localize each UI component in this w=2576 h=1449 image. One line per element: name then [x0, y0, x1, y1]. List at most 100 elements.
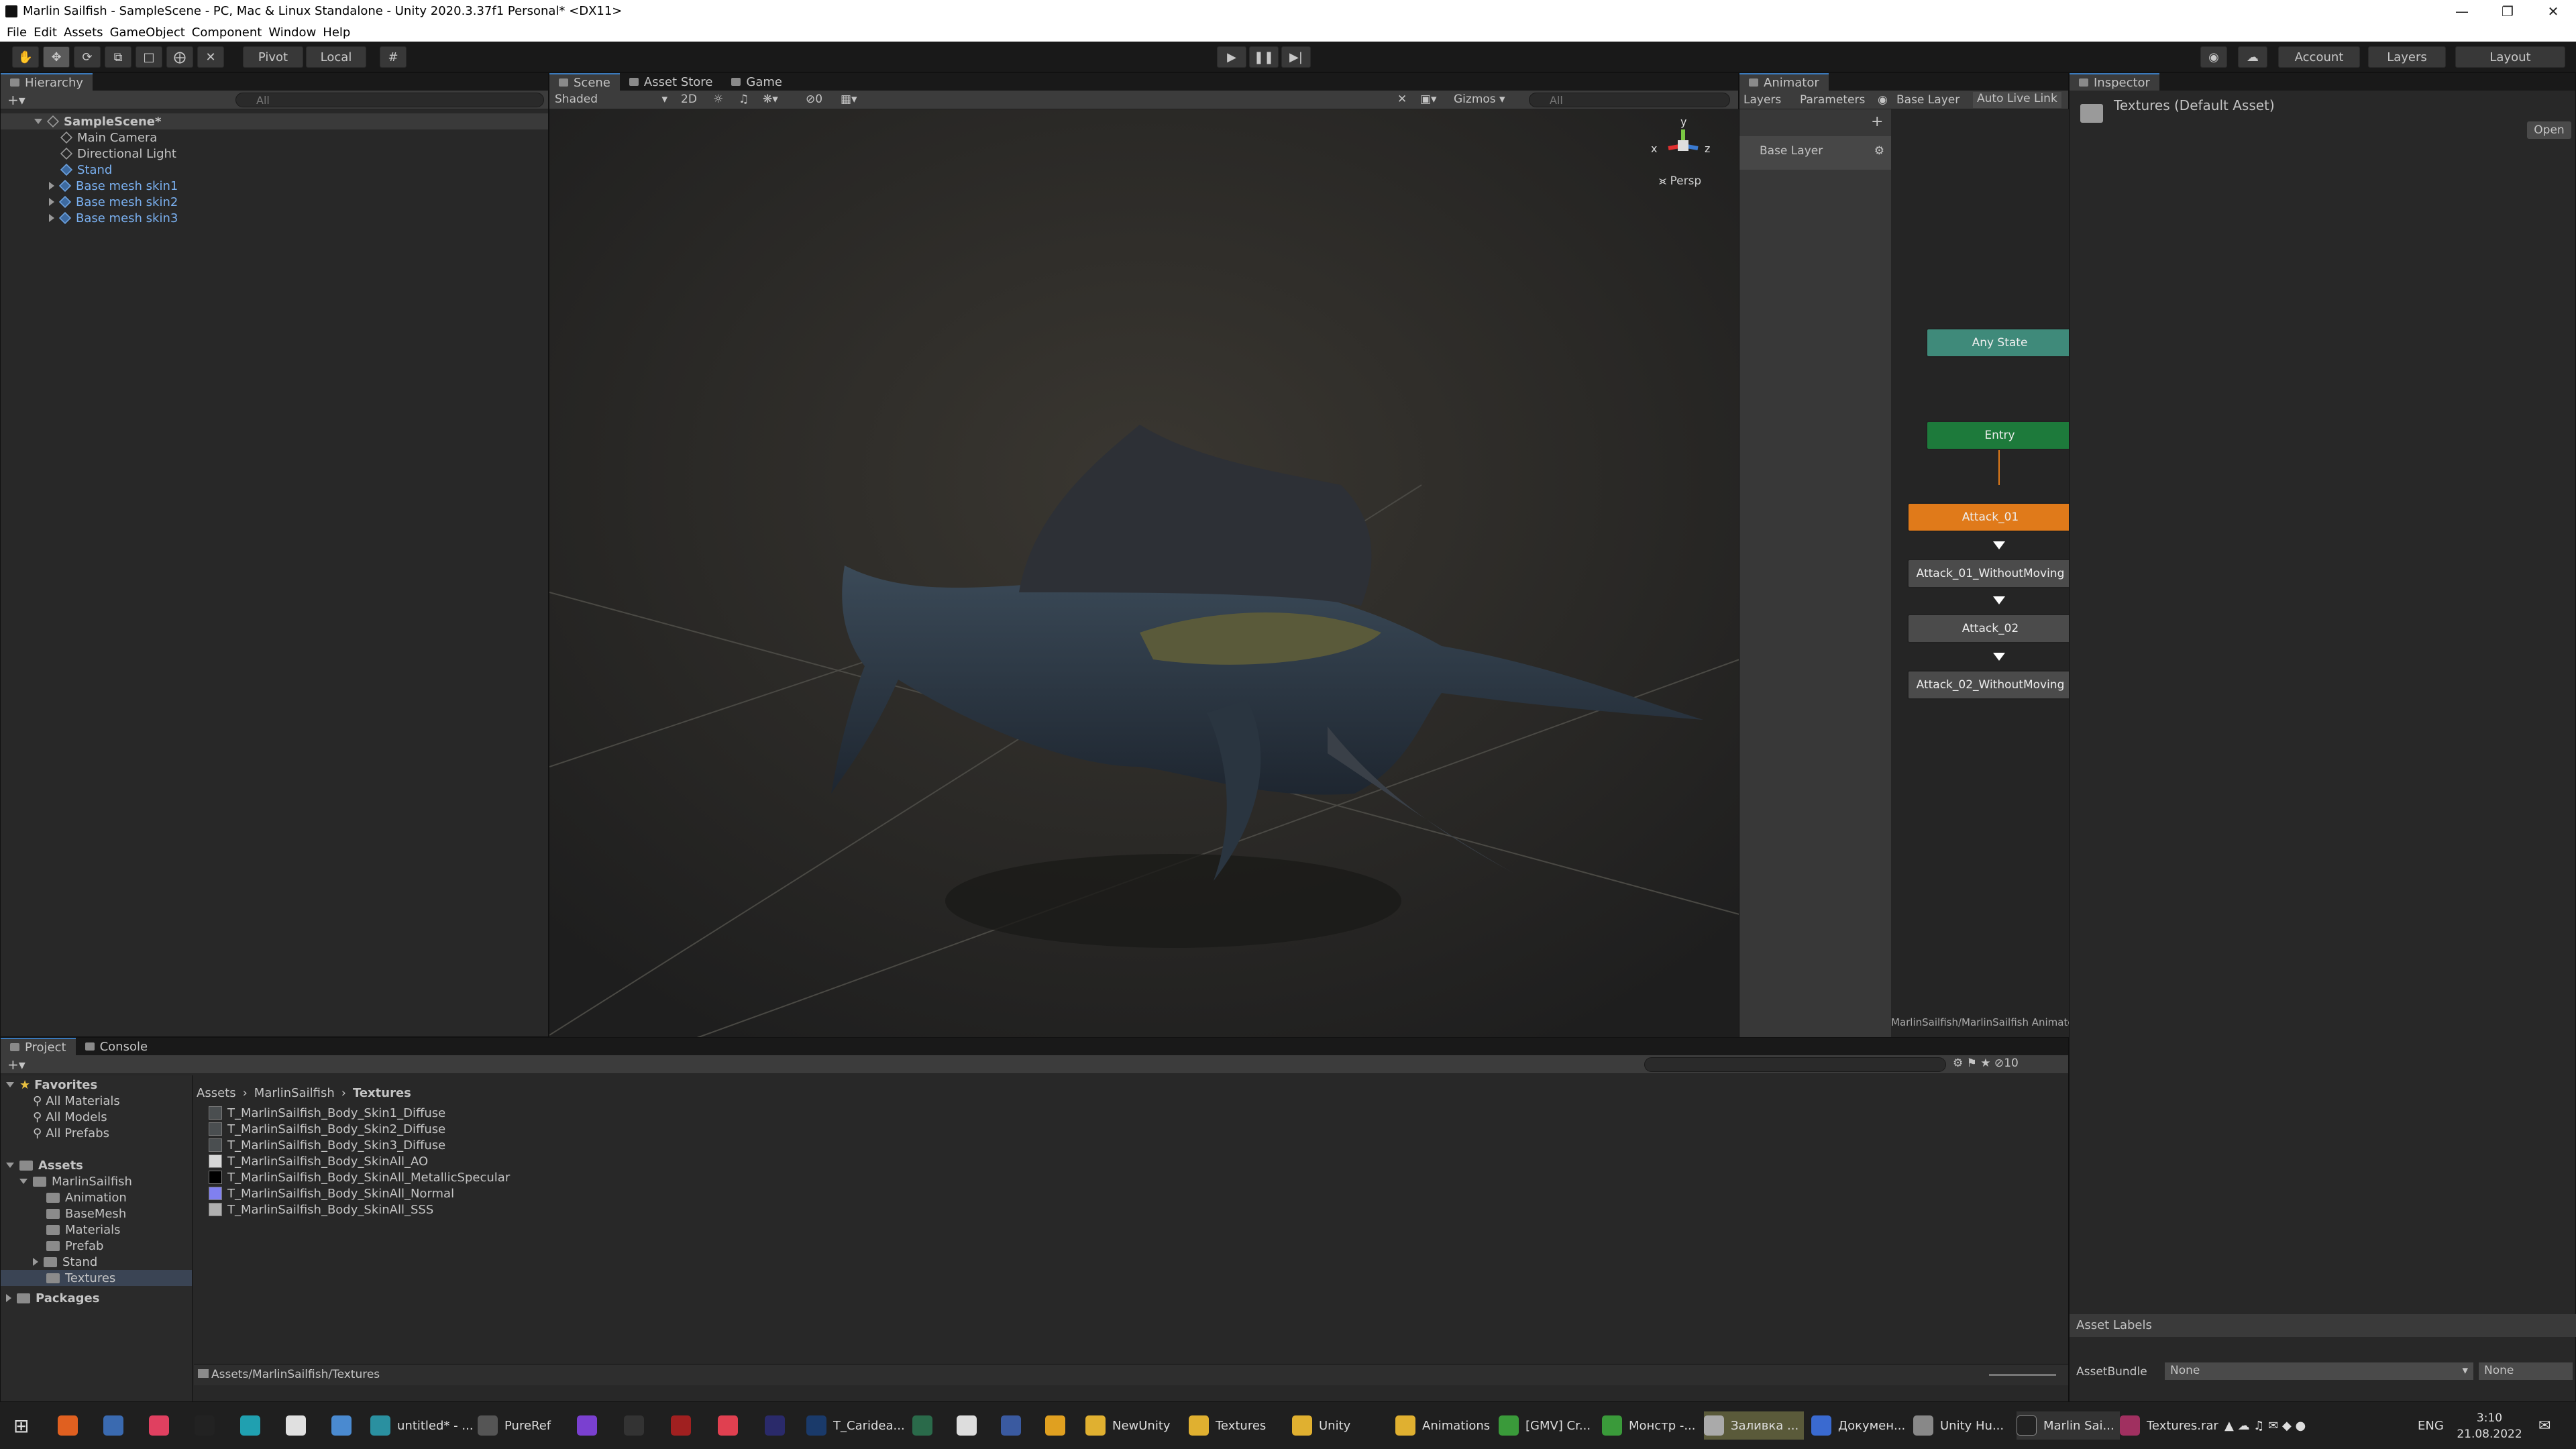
state-entry[interactable]: Entry — [1926, 421, 2070, 450]
crumb-assets[interactable]: Assets — [197, 1086, 236, 1100]
tree-materials[interactable]: Materials — [1, 1222, 192, 1238]
animator-graph[interactable]: Any State Entry Attack_01 Attack_01_With… — [1891, 109, 2070, 1038]
assets-row[interactable]: Assets — [1, 1157, 192, 1173]
cloud-icon[interactable]: ☁ — [2238, 46, 2267, 68]
2d-toggle[interactable]: 2D — [681, 93, 697, 106]
play-button[interactable]: ▶ — [1217, 46, 1246, 68]
app-icon[interactable] — [671, 1411, 698, 1440]
tree-textures[interactable]: Textures — [1, 1270, 192, 1286]
app-icon[interactable] — [765, 1411, 792, 1440]
tab-hierarchy[interactable]: Hierarchy — [1, 73, 93, 91]
hidden-count[interactable]: ⊘0 — [806, 93, 822, 106]
pivot-toggle[interactable]: Pivot — [243, 46, 303, 68]
tools-icon[interactable]: ✕ — [1397, 93, 1407, 106]
grid-snap-icon[interactable]: # — [380, 46, 407, 68]
eye-icon[interactable]: ◉ — [1878, 93, 1888, 107]
hierarchy-item-directional-light[interactable]: Directional Light — [1, 146, 548, 162]
packages-row[interactable]: Packages — [1, 1290, 192, 1306]
menu-file[interactable]: File — [7, 25, 27, 40]
clock[interactable]: 3:10 21.08.2022 — [2453, 1410, 2526, 1442]
menu-gameobject[interactable]: GameObject — [110, 25, 185, 40]
app-icon[interactable] — [957, 1411, 983, 1440]
app-icon[interactable] — [718, 1411, 745, 1440]
move-tool-icon[interactable]: ✥ — [43, 46, 70, 68]
app-icon[interactable] — [331, 1411, 358, 1440]
hierarchy-item-main-camera[interactable]: Main Camera — [1, 129, 548, 146]
taskbar-item[interactable]: Animations — [1395, 1411, 1490, 1440]
taskbar-item[interactable]: untitled* - ... — [370, 1411, 474, 1440]
effects-icon[interactable]: ❋▾ — [763, 93, 778, 106]
auto-live-link-button[interactable]: Auto Live Link — [1973, 92, 2061, 108]
persp-label[interactable]: ⪤ Persp — [1659, 174, 1701, 188]
menu-help[interactable]: Help — [323, 25, 350, 40]
tray-icons[interactable]: ▲ ☁ ♫ ✉ ◆ ● — [2224, 1411, 2306, 1440]
state-any-state[interactable]: Any State — [1926, 328, 2070, 358]
assetbundle-dropdown[interactable]: None ▾ — [2165, 1362, 2473, 1380]
fav-all-models[interactable]: ⚲ All Models — [1, 1109, 192, 1125]
variant-dropdown[interactable]: None — [2479, 1362, 2573, 1380]
favorites-row[interactable]: ★ Favorites — [1, 1077, 192, 1093]
tree-prefab[interactable]: Prefab — [1, 1238, 192, 1254]
state-attack-01-without-moving[interactable]: Attack_01_WithoutMoving — [1907, 559, 2070, 588]
file-item[interactable]: T_MarlinSailfish_Body_Skin3_Diffuse — [209, 1137, 812, 1153]
file-item[interactable]: T_MarlinSailfish_Body_SkinAll_SSS — [209, 1201, 812, 1218]
rotate-tool-icon[interactable]: ⟳ — [74, 46, 101, 68]
collab-icon[interactable]: ◉ — [2200, 46, 2227, 68]
app-icon[interactable] — [912, 1411, 939, 1440]
tree-basemesh[interactable]: BaseMesh — [1, 1205, 192, 1222]
taskbar-item[interactable]: [GMV] Cr... — [1499, 1411, 1591, 1440]
camera-icon[interactable]: ▣▾ — [1420, 93, 1437, 106]
taskbar-item[interactable]: Marlin Sai... — [2017, 1411, 2120, 1440]
layer-item[interactable]: Base Layer ⚙ — [1739, 136, 1891, 170]
open-button[interactable]: Open — [2527, 121, 2571, 139]
add-layer-icon[interactable]: + — [1871, 113, 1883, 130]
taskbar-item[interactable]: Монстр -... — [1602, 1411, 1696, 1440]
create-icon[interactable]: +▾ — [7, 1057, 25, 1073]
crumb-textures[interactable]: Textures — [353, 1086, 411, 1100]
audio-icon[interactable]: ♫ — [739, 93, 749, 106]
app-icon[interactable] — [1045, 1411, 1072, 1440]
tree-stand[interactable]: Stand — [1, 1254, 192, 1270]
taskbar-item[interactable]: PureRef — [478, 1411, 551, 1440]
hierarchy-item-base-mesh-skin3[interactable]: Base mesh skin3 — [1, 210, 548, 226]
scene-search-input[interactable]: All — [1529, 93, 1730, 107]
taskbar-item[interactable]: Докумен... — [1811, 1411, 1905, 1440]
local-toggle[interactable]: Local — [306, 46, 366, 68]
layout-dropdown[interactable]: Layout — [2455, 46, 2565, 68]
taskbar-item[interactable]: Unity — [1292, 1411, 1350, 1440]
state-attack-01[interactable]: Attack_01 — [1907, 502, 2070, 532]
file-item[interactable]: T_MarlinSailfish_Body_Skin2_Diffuse — [209, 1121, 812, 1137]
shading-dropdown[interactable]: Shaded ▾ — [552, 93, 670, 107]
add-icon[interactable]: +▾ — [7, 92, 25, 108]
pause-button[interactable]: ❚❚ — [1249, 46, 1279, 68]
tab-parameters[interactable]: Parameters — [1800, 93, 1865, 107]
app-icon[interactable] — [149, 1411, 176, 1440]
crumb-marlinsailfish[interactable]: MarlinSailfish — [254, 1086, 335, 1100]
taskbar-item[interactable]: Textures.rar — [2120, 1411, 2218, 1440]
taskbar-item[interactable]: NewUnity — [1085, 1411, 1171, 1440]
tab-scene[interactable]: Scene — [549, 73, 620, 91]
app-icon[interactable] — [1001, 1411, 1028, 1440]
state-attack-02[interactable]: Attack_02 — [1907, 614, 2070, 643]
restore-button[interactable]: ❐ — [2485, 0, 2530, 23]
app-icon[interactable] — [103, 1411, 130, 1440]
custom-tool-icon[interactable]: ✕ — [197, 46, 224, 68]
layers-dropdown[interactable]: Layers — [2368, 46, 2446, 68]
hierarchy-item-stand[interactable]: Stand — [1, 162, 548, 178]
tab-asset-store[interactable]: Asset Store — [620, 73, 722, 91]
file-item[interactable]: T_MarlinSailfish_Body_SkinAll_Normal — [209, 1185, 812, 1201]
menu-assets[interactable]: Assets — [64, 25, 103, 40]
menu-edit[interactable]: Edit — [34, 25, 57, 40]
tab-inspector[interactable]: Inspector — [2070, 73, 2159, 91]
scene-row[interactable]: SampleScene* — [1, 113, 548, 129]
minimize-button[interactable]: — — [2439, 0, 2485, 23]
app-icon[interactable] — [58, 1411, 85, 1440]
layer-breadcrumb[interactable]: Base Layer — [1896, 93, 1960, 107]
app-icon[interactable] — [286, 1411, 313, 1440]
tree-animation[interactable]: Animation — [1, 1189, 192, 1205]
tree-marlinsailfish[interactable]: MarlinSailfish — [1, 1173, 192, 1189]
app-icon[interactable] — [195, 1411, 221, 1440]
step-button[interactable]: ▶| — [1281, 46, 1311, 68]
hand-tool-icon[interactable]: ✋ — [12, 46, 39, 68]
fav-all-prefabs[interactable]: ⚲ All Prefabs — [1, 1125, 192, 1141]
